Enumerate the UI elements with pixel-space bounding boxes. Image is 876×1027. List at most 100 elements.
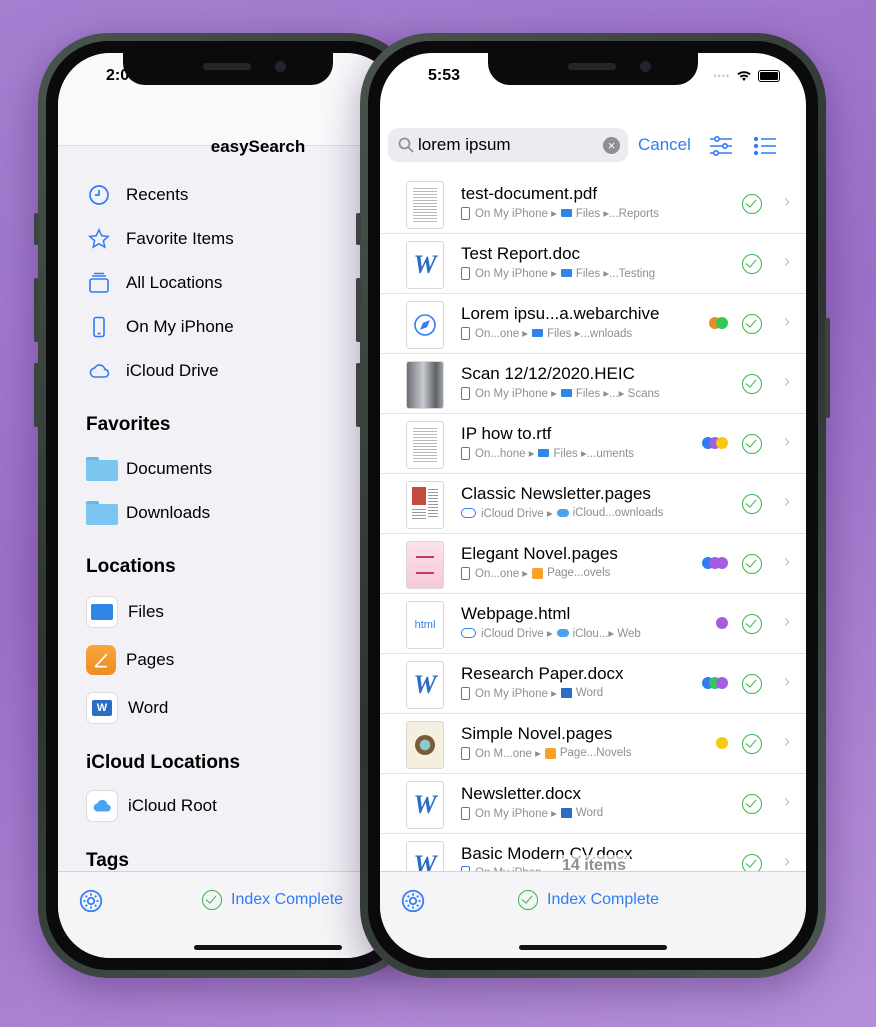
sidebar-item-all-locations[interactable]: All Locations [86,263,222,303]
sidebar-item-files[interactable]: Files [86,592,164,632]
sidebar-item-pages[interactable]: Pages [86,640,174,680]
file-row[interactable]: Scan 12/12/2020.HEIC On My iPhone ▸ Files … [380,353,806,414]
path-location: iCloud Drive ▸ [481,628,553,640]
sidebar-item-label: Documents [126,459,212,478]
file-row[interactable]: html Webpage.html iCloud Drive ▸ iClou...▸ … [380,593,806,654]
notch [123,53,333,85]
newsletter-thumbnail-icon [412,487,438,523]
file-name: Test Report.doc [461,244,581,263]
path-location: On M...one ▸ [475,748,541,760]
check-circle-icon [742,494,762,514]
file-path: On My iPhone ▸ Files ▸...Testing [461,266,655,280]
stack-icon [86,270,112,296]
chevron-right-icon: › [784,311,790,331]
path-folder: Files ▸...Testing [575,268,656,280]
file-path: On My iPhone ▸ Word [461,806,603,820]
file-row[interactable]: W Test Report.doc On My iPhone ▸ Files ▸...… [380,233,806,294]
chevron-right-icon: › [784,731,790,751]
tag-dots [709,317,728,329]
path-folder: Page...ovels [547,567,611,579]
file-name: test-document.pdf [461,184,598,203]
sidebar-item-icloud-drive[interactable]: iCloud Drive [86,351,219,391]
list-view-icon[interactable] [752,133,778,159]
sidebar-item-on-my-iphone[interactable]: On My iPhone [86,307,234,347]
cloud-mini-icon [556,509,569,517]
status-icons: •••• [713,70,780,82]
search-input[interactable]: lorem ipsum × [388,128,628,162]
chevron-right-icon: › [784,551,790,571]
sidebar-item-downloads[interactable]: Downloads [86,493,210,533]
file-row[interactable]: Classic Newsletter.pages iCloud Drive ▸ iC… [380,473,806,534]
file-thumbnail: W [406,661,444,709]
cancel-button[interactable]: Cancel [638,135,691,155]
sidebar-item-icloud-root[interactable]: iCloud Root [86,786,217,826]
check-circle-icon [742,794,762,814]
sidebar-item-word[interactable]: W Word [86,688,168,728]
file-path: iCloud Drive ▸ iClou...▸ Web [461,626,641,640]
compass-icon [414,314,436,336]
check-circle-icon [742,434,762,454]
path-folder: Word [575,807,604,819]
mute-switch [34,213,39,245]
path-location: On...one ▸ [475,328,529,340]
path-folder: iCloud...ownloads [572,507,664,519]
word-icon: W [413,250,437,279]
star-icon [86,226,112,252]
file-path: iCloud Drive ▸ iCloud...ownloads [461,506,663,520]
search-icon [398,137,414,153]
file-row[interactable]: test-document.pdf On My iPhone ▸ Files ▸..… [380,173,806,234]
file-thumbnail [406,541,444,589]
path-folder: Files ▸...▸ Scans [575,388,660,400]
iphone-icon [461,806,470,820]
sidebar-item-label: On My iPhone [126,317,234,336]
sidebar-item-label: Favorite Items [126,229,234,248]
file-row[interactable]: W Newsletter.docx On My iPhone ▸ Word › [380,773,806,834]
folder-mini-icon [532,329,544,337]
file-row[interactable]: IP how to.rtf On...hone ▸ Files ▸...uments… [380,413,806,474]
tag-dot [716,317,728,329]
path-folder: Word [575,687,604,699]
path-location: On My iPhone ▸ [475,388,557,400]
settings-gear-icon[interactable] [78,888,104,914]
iphone-icon [461,386,470,400]
iphone-icon [461,566,470,580]
nav-title: easySearch [210,137,306,156]
left-screen: 2:00 easySearch Recents Favorite Items A… [58,53,398,958]
sidebar-item-label: iCloud Drive [126,361,219,380]
check-circle-icon [742,674,762,694]
status-time: 5:53 [428,67,461,84]
file-row[interactable]: Lorem ipsu...a.webarchive On...one ▸ Files… [380,293,806,354]
clear-search-icon[interactable]: × [603,136,620,154]
notch [488,53,698,85]
iphone-icon [461,326,470,340]
sidebar-item-documents[interactable]: Documents [86,449,212,489]
cloud-icon [461,628,476,638]
word-icon: W [413,790,437,819]
file-row[interactable]: Simple Novel.pages On M...one ▸ Page...Nov… [380,713,806,774]
settings-gear-icon[interactable] [400,888,426,914]
filter-sliders-icon[interactable] [708,133,734,159]
chevron-right-icon: › [784,851,790,871]
file-row[interactable]: W Research Paper.docx On My iPhone ▸ Word › [380,653,806,714]
file-thumbnail [406,721,444,769]
path-location: On My iPhone ▸ [475,808,557,820]
file-name: Webpage.html [461,604,571,623]
check-circle-icon [742,254,762,274]
iphone-icon [461,206,470,220]
path-location: On My iPhone ▸ [475,688,557,700]
check-circle-icon [742,734,762,754]
sidebar-item-label: Word [128,698,169,717]
file-name: Lorem ipsu...a.webarchive [461,304,660,323]
chevron-right-icon: › [784,371,790,391]
index-status: Index Complete [202,890,343,910]
path-location: On My iPhone ▸ [475,268,557,280]
chevron-right-icon: › [784,431,790,451]
sidebar-item-favorite-items[interactable]: Favorite Items [86,219,234,259]
path-location: iCloud Drive ▸ [481,508,553,520]
sidebar-item-recents[interactable]: Recents [86,175,188,215]
file-thumbnail [406,301,444,349]
file-row[interactable]: Elegant Novel.pages On...one ▸ Page...ovel… [380,533,806,594]
folder-icon [86,457,118,481]
word-mini-icon [560,688,572,698]
check-circle-icon [518,890,538,910]
